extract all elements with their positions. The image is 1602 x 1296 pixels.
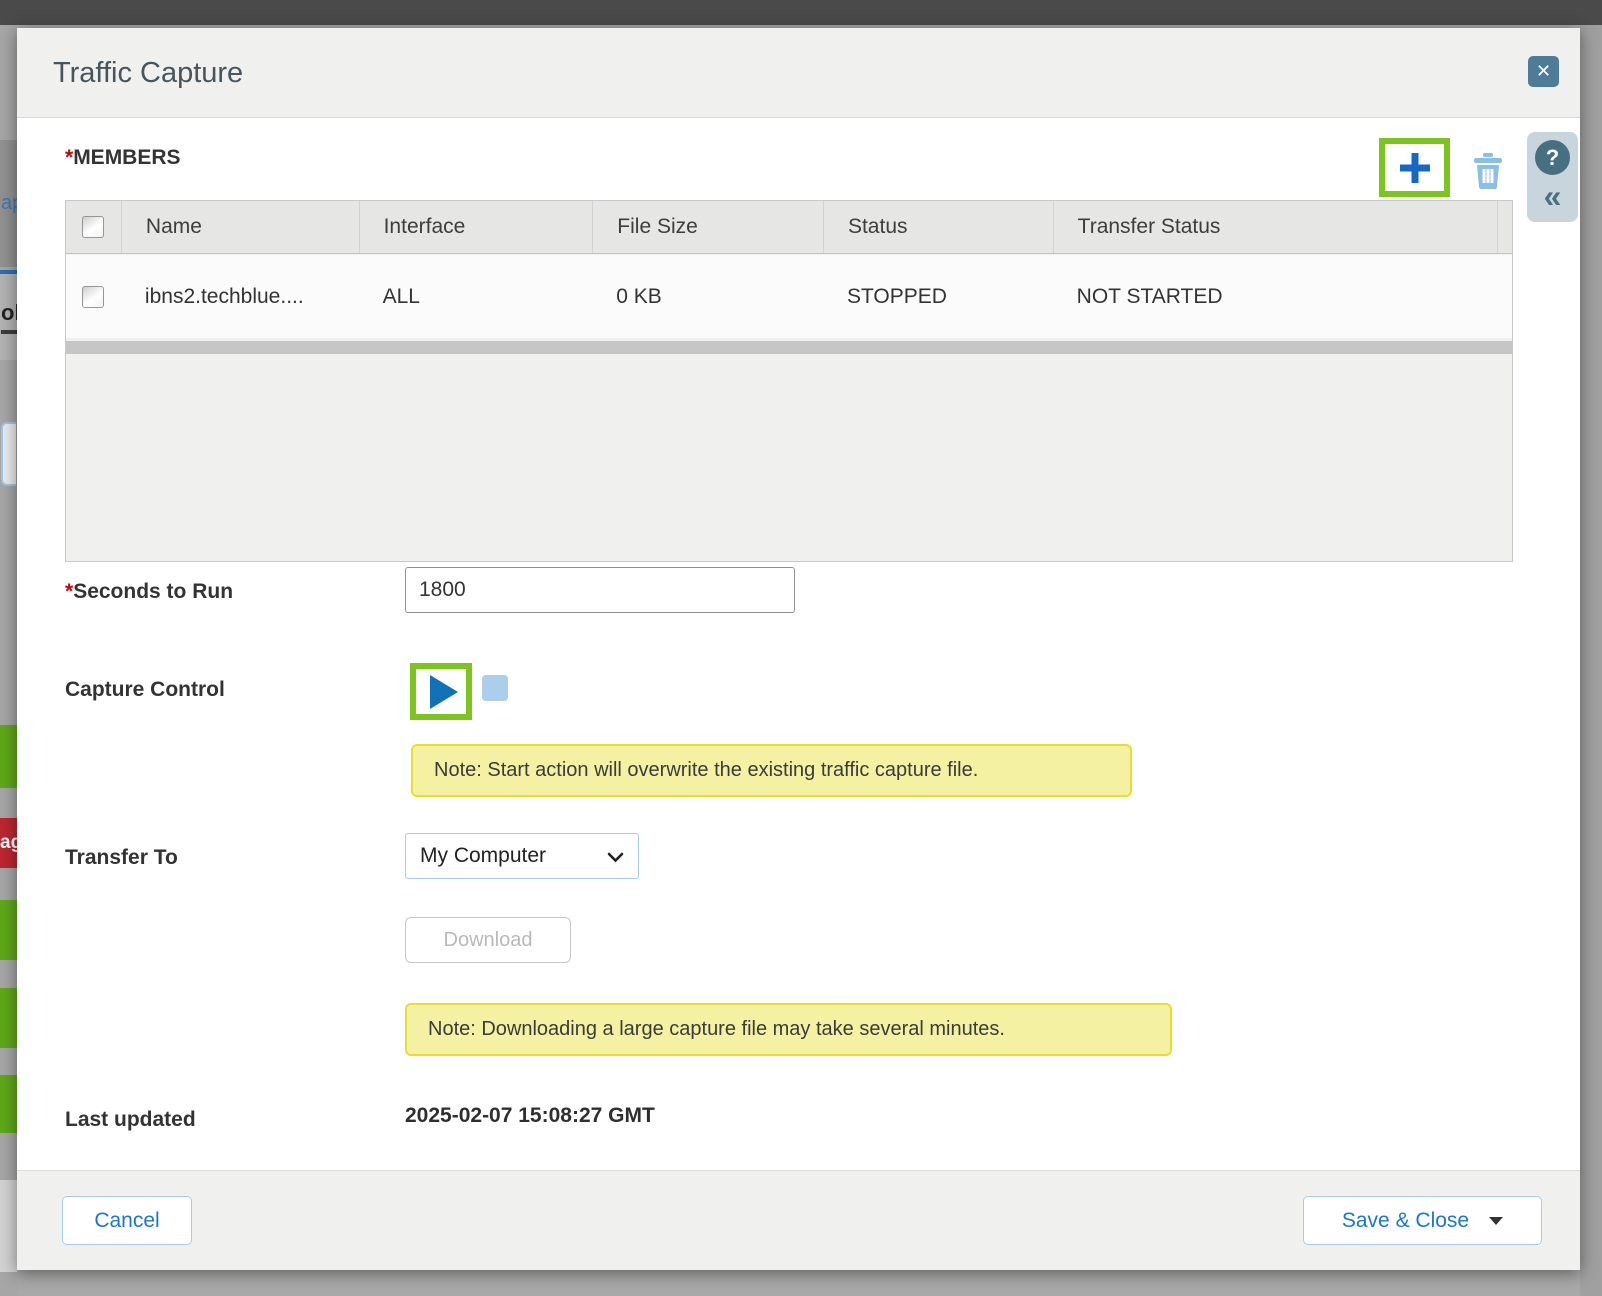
background-status-cell-green: [0, 988, 17, 1048]
stop-capture-icon[interactable]: [482, 675, 508, 701]
row-cell-name: ibns2.techblue....: [121, 255, 359, 338]
background-status-cell-red: ag: [0, 818, 17, 868]
row-checkbox[interactable]: [82, 286, 104, 308]
save-menu-arrow-icon: [1489, 1217, 1503, 1225]
add-icon[interactable]: [1397, 150, 1433, 186]
side-help-tab: ? «: [1527, 132, 1578, 222]
save-and-close-button[interactable]: Save & Close: [1303, 1196, 1542, 1245]
seconds-to-run-label: *Seconds to Run: [65, 580, 233, 604]
row-cell-interface: ALL: [359, 255, 593, 338]
play-button-highlight: [410, 663, 472, 720]
background-footer-band: [0, 1180, 17, 1272]
background-status-cell-green: [0, 725, 17, 788]
row-cell-transfer-status: NOT STARTED: [1053, 255, 1497, 338]
chevron-down-icon: [607, 852, 624, 863]
last-updated-label: Last updated: [65, 1108, 196, 1132]
seconds-to-run-input[interactable]: [405, 567, 795, 613]
header-cell-interface: Interface: [359, 201, 593, 253]
members-label: *MEMBERS: [65, 146, 181, 170]
browser-top-bar: [0, 0, 1602, 25]
members-table: Name Interface File Size Status Transfer…: [65, 200, 1513, 562]
dialog-footer: Cancel Save & Close: [17, 1170, 1580, 1270]
transfer-to-selected-value: My Computer: [420, 844, 546, 868]
header-cell-file-size: File Size: [592, 201, 823, 253]
required-marker: *: [65, 580, 73, 603]
row-cell-checkbox: [66, 255, 121, 338]
start-capture-icon[interactable]: [430, 675, 458, 709]
capture-control-label: Capture Control: [65, 678, 225, 702]
row-cell-gutter: [1497, 255, 1512, 338]
header-cell-checkbox: [66, 201, 121, 253]
table-row[interactable]: ibns2.techblue.... ALL 0 KB STOPPED NOT …: [66, 255, 1512, 338]
download-note: Note: Downloading a large capture file m…: [405, 1003, 1172, 1056]
background-menu-band: ol: [0, 274, 17, 360]
help-icon[interactable]: ?: [1535, 140, 1570, 175]
row-cell-file-size: 0 KB: [592, 255, 823, 338]
last-updated-value: 2025-02-07 15:08:27 GMT: [405, 1104, 655, 1128]
add-button-highlight: [1379, 138, 1450, 197]
save-and-close-label: Save & Close: [1342, 1209, 1469, 1233]
dialog-title: Traffic Capture: [53, 28, 243, 118]
transfer-to-label: Transfer To: [65, 846, 178, 870]
members-table-header: Name Interface File Size Status Transfer…: [66, 201, 1512, 254]
background-page-left: ap ol ag: [0, 25, 17, 1296]
table-horizontal-scrollbar[interactable]: [66, 341, 1512, 354]
background-menu-fragment: ol: [1, 300, 17, 334]
select-all-checkbox[interactable]: [82, 216, 104, 238]
traffic-capture-dialog: Traffic Capture ✕ *MEMBERS ? « Name: [17, 28, 1580, 1270]
close-icon[interactable]: ✕: [1528, 56, 1559, 87]
transfer-to-select[interactable]: My Computer: [405, 833, 639, 879]
background-status-cell-green: [0, 900, 17, 960]
header-cell-gutter: [1497, 201, 1512, 253]
collapse-icon[interactable]: «: [1527, 176, 1578, 216]
download-button[interactable]: Download: [405, 917, 571, 963]
background-tab-fragment: ap: [0, 140, 17, 267]
header-cell-transfer-status: Transfer Status: [1053, 201, 1497, 253]
delete-icon[interactable]: [1473, 153, 1503, 189]
members-label-text: MEMBERS: [73, 146, 180, 169]
seconds-to-run-label-text: Seconds to Run: [73, 580, 233, 603]
cancel-button[interactable]: Cancel: [62, 1196, 192, 1245]
background-searchbox-fragment: [1, 422, 16, 486]
header-cell-status: Status: [823, 201, 1053, 253]
row-cell-status: STOPPED: [823, 255, 1053, 338]
header-cell-name: Name: [121, 201, 359, 253]
dialog-header: Traffic Capture ✕: [17, 28, 1580, 118]
background-status-cell-green: [0, 1075, 17, 1133]
required-marker: *: [65, 146, 73, 169]
background-page-right: [1580, 25, 1602, 1296]
start-note: Note: Start action will overwrite the ex…: [411, 744, 1132, 797]
screen: ap ol ag Traffic Capture ✕ *MEMBERS: [0, 0, 1602, 1296]
